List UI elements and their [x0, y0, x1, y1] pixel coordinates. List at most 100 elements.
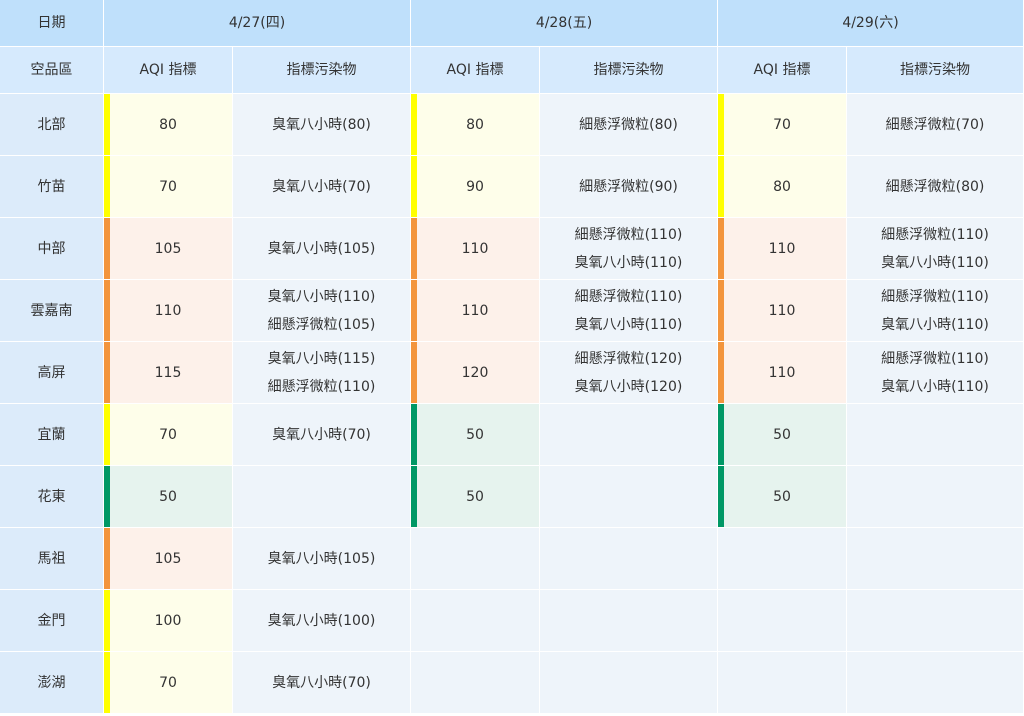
pollutant-entry: 細懸浮微粒(110): [881, 288, 989, 305]
aqi-value-cell: 80: [718, 156, 847, 218]
pollutant-entry: 細懸浮微粒(80): [579, 116, 678, 133]
pollutant-entry: 臭氧八小時(70): [272, 426, 371, 443]
pollutant-cell: 細懸浮微粒(120) 臭氧八小時(120): [540, 342, 718, 404]
pollutant-cell: 細懸浮微粒(110) 臭氧八小時(110): [540, 218, 718, 280]
pollutant-entry: 臭氧八小時(110): [881, 378, 989, 395]
pollutant-entry: 臭氧八小時(70): [272, 674, 371, 691]
pollutant-cell: 細懸浮微粒(110) 臭氧八小時(110): [847, 280, 1024, 342]
table-row: 馬祖 105 臭氧八小時(105): [0, 528, 1024, 590]
aqi-column-header: AQI 指標: [411, 47, 540, 94]
aqi-value-cell: 70: [104, 404, 233, 466]
table-row: 北部 80 臭氧八小時(80) 80 細懸浮微粒(80) 70 細懸浮微粒(70): [0, 94, 1024, 156]
pollutant-cell: 細懸浮微粒(110) 臭氧八小時(110): [847, 342, 1024, 404]
day-header: 4/27(四): [104, 0, 411, 47]
pollutant-cell: 臭氧八小時(70): [233, 652, 411, 714]
pollutant-column-header: 指標污染物: [540, 47, 718, 94]
region-name: 宜蘭: [0, 404, 104, 466]
pollutant-entry: 細懸浮微粒(70): [885, 116, 985, 133]
pollutant-cell: 細懸浮微粒(110) 臭氧八小時(110): [540, 280, 718, 342]
pollutant-entry: 臭氧八小時(110): [881, 254, 989, 271]
region-name: 竹苗: [0, 156, 104, 218]
aqi-value-cell: 110: [104, 280, 233, 342]
pollutant-cell: [847, 466, 1024, 528]
pollutant-cell: 細懸浮微粒(70): [847, 94, 1024, 156]
table-row: 雲嘉南 110 臭氧八小時(110) 細懸浮微粒(105) 110 細懸浮微粒(110) 臭…: [0, 280, 1024, 342]
pollutant-column-header: 指標污染物: [847, 47, 1024, 94]
empty-cell: [540, 528, 718, 590]
table-row: 宜蘭 70 臭氧八小時(70) 50 50: [0, 404, 1024, 466]
pollutant-entry: 臭氧八小時(110): [881, 316, 989, 333]
pollutant-entry: 細懸浮微粒(110): [881, 226, 989, 243]
aqi-value-cell: 110: [411, 218, 540, 280]
aqi-value-cell: 70: [104, 156, 233, 218]
pollutant-cell: 臭氧八小時(100): [233, 590, 411, 652]
aqi-value-cell: 110: [718, 218, 847, 280]
pollutant-cell: [847, 404, 1024, 466]
pollutant-cell: 臭氧八小時(105): [233, 218, 411, 280]
pollutant-entry: 細懸浮微粒(90): [579, 178, 678, 195]
aqi-column-header: AQI 指標: [104, 47, 233, 94]
aqi-value-cell: 100: [104, 590, 233, 652]
pollutant-column-header: 指標污染物: [233, 47, 411, 94]
pollutant-entry: 臭氧八小時(110): [574, 254, 683, 271]
pollutant-cell: [540, 404, 718, 466]
pollutant-entry: 細懸浮微粒(110): [574, 226, 683, 243]
empty-cell: [847, 528, 1024, 590]
pollutant-cell: 臭氧八小時(105): [233, 528, 411, 590]
pollutant-entry: 臭氧八小時(120): [574, 378, 683, 395]
pollutant-cell: 臭氧八小時(110) 細懸浮微粒(105): [233, 280, 411, 342]
pollutant-entry: 細懸浮微粒(105): [267, 316, 376, 333]
region-name: 北部: [0, 94, 104, 156]
pollutant-entry: 臭氧八小時(115): [267, 350, 376, 367]
aqi-value-cell: 110: [411, 280, 540, 342]
region-name: 澎湖: [0, 652, 104, 714]
empty-cell: [718, 652, 847, 714]
pollutant-entry: 細懸浮微粒(110): [881, 350, 989, 367]
empty-cell: [718, 528, 847, 590]
pollutant-entry: 臭氧八小時(70): [272, 178, 371, 195]
pollutant-entry: 臭氧八小時(105): [267, 240, 376, 257]
date-label: 日期: [0, 0, 104, 47]
pollutant-cell: 臭氧八小時(70): [233, 404, 411, 466]
table-row: 竹苗 70 臭氧八小時(70) 90 細懸浮微粒(90) 80 細懸浮微粒(80): [0, 156, 1024, 218]
pollutant-cell: 臭氧八小時(70): [233, 156, 411, 218]
aqi-value-cell: 50: [411, 404, 540, 466]
pollutant-entry: 細懸浮微粒(80): [885, 178, 985, 195]
pollutant-entry: 臭氧八小時(105): [267, 550, 376, 567]
empty-cell: [847, 652, 1024, 714]
aqi-forecast-table: 日期 4/27(四) 4/28(五) 4/29(六) 空品區 AQI 指標 指標…: [0, 0, 1024, 714]
pollutant-cell: 細懸浮微粒(90): [540, 156, 718, 218]
pollutant-cell: 細懸浮微粒(80): [847, 156, 1024, 218]
aqi-value-cell: 115: [104, 342, 233, 404]
aqi-column-header: AQI 指標: [718, 47, 847, 94]
aqi-value-cell: 90: [411, 156, 540, 218]
pollutant-entry: 細懸浮微粒(120): [574, 350, 683, 367]
empty-cell: [718, 590, 847, 652]
region-name: 花東: [0, 466, 104, 528]
aqi-value-cell: 105: [104, 528, 233, 590]
aqi-value-cell: 110: [718, 342, 847, 404]
table-row: 澎湖 70 臭氧八小時(70): [0, 652, 1024, 714]
pollutant-cell: [233, 466, 411, 528]
aqi-value-cell: 70: [104, 652, 233, 714]
pollutant-entry: 臭氧八小時(110): [267, 288, 376, 305]
pollutant-cell: 細懸浮微粒(110) 臭氧八小時(110): [847, 218, 1024, 280]
day-header: 4/29(六): [718, 0, 1024, 47]
pollutant-cell: 細懸浮微粒(80): [540, 94, 718, 156]
empty-cell: [411, 652, 540, 714]
pollutant-entry: 臭氧八小時(80): [272, 116, 371, 133]
aqi-value-cell: 70: [718, 94, 847, 156]
region-label: 空品區: [0, 47, 104, 94]
pollutant-entry: 臭氧八小時(100): [267, 612, 376, 629]
pollutant-entry: 臭氧八小時(110): [574, 316, 683, 333]
pollutant-cell: 臭氧八小時(80): [233, 94, 411, 156]
aqi-value-cell: 80: [411, 94, 540, 156]
aqi-value-cell: 50: [411, 466, 540, 528]
pollutant-entry: 細懸浮微粒(110): [574, 288, 683, 305]
region-name: 馬祖: [0, 528, 104, 590]
aqi-value-cell: 105: [104, 218, 233, 280]
region-name: 雲嘉南: [0, 280, 104, 342]
empty-cell: [540, 590, 718, 652]
region-name: 金門: [0, 590, 104, 652]
table-row: 金門 100 臭氧八小時(100): [0, 590, 1024, 652]
